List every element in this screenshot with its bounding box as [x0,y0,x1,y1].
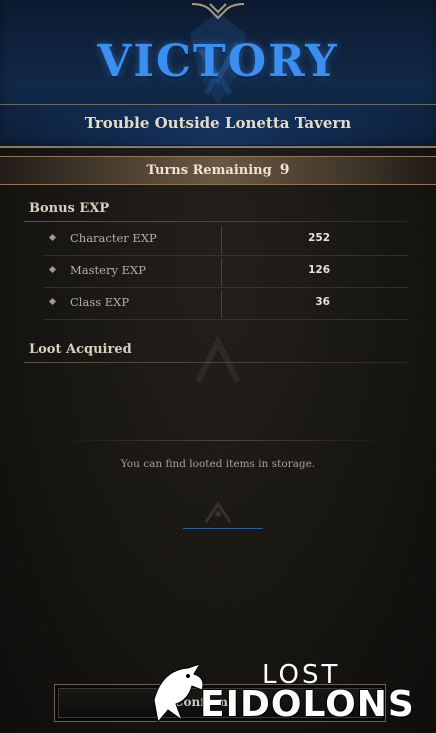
column-divider [221,258,222,286]
exp-label: Character EXP [70,231,157,245]
dragon-logo-icon [153,663,204,724]
loot-acquired-title: Loot Acquired [29,342,132,357]
victory-title: VICTORY [97,36,339,87]
game-logo: LOST EIDOLONS [148,656,434,732]
loot-area-bottom-line [56,440,392,441]
exp-row-character: Character EXP 252 [44,226,404,254]
exp-value: 36 [315,296,330,308]
storage-note: You can find looted items in storage. [120,458,316,470]
diamond-bullet-icon [48,297,57,306]
column-divider [221,290,222,318]
exp-row-class: Class EXP 36 [44,290,404,318]
victory-screen: VICTORY Trouble Outside Lonetta Tavern T… [0,0,436,733]
logo-text-eidolons: EIDOLONS [200,684,415,725]
loot-emblem-icon [195,335,241,382]
exp-label: Mastery EXP [70,263,146,277]
exp-label: Class EXP [70,295,130,309]
loot-divider [24,362,408,363]
diamond-bullet-icon [48,233,57,242]
small-crest-icon [204,501,232,523]
diamond-bullet-icon [48,265,57,274]
accent-line [183,528,263,529]
header-ornament-icon [191,3,245,20]
stage-name: Trouble Outside Lonetta Tavern [84,114,352,132]
bonus-exp-divider [24,221,408,222]
exp-value: 126 [308,264,330,276]
column-divider [221,226,222,254]
turns-remaining-value: 9 [279,162,290,178]
row-separator [44,255,408,256]
exp-value: 252 [308,232,330,244]
turns-remaining-label: Turns Remaining [146,163,272,178]
exp-row-mastery: Mastery EXP 126 [44,258,404,286]
bonus-exp-title: Bonus EXP [29,201,110,216]
row-separator [44,319,408,320]
row-separator [44,287,408,288]
turns-remaining: Turns Remaining 9 [0,162,436,178]
